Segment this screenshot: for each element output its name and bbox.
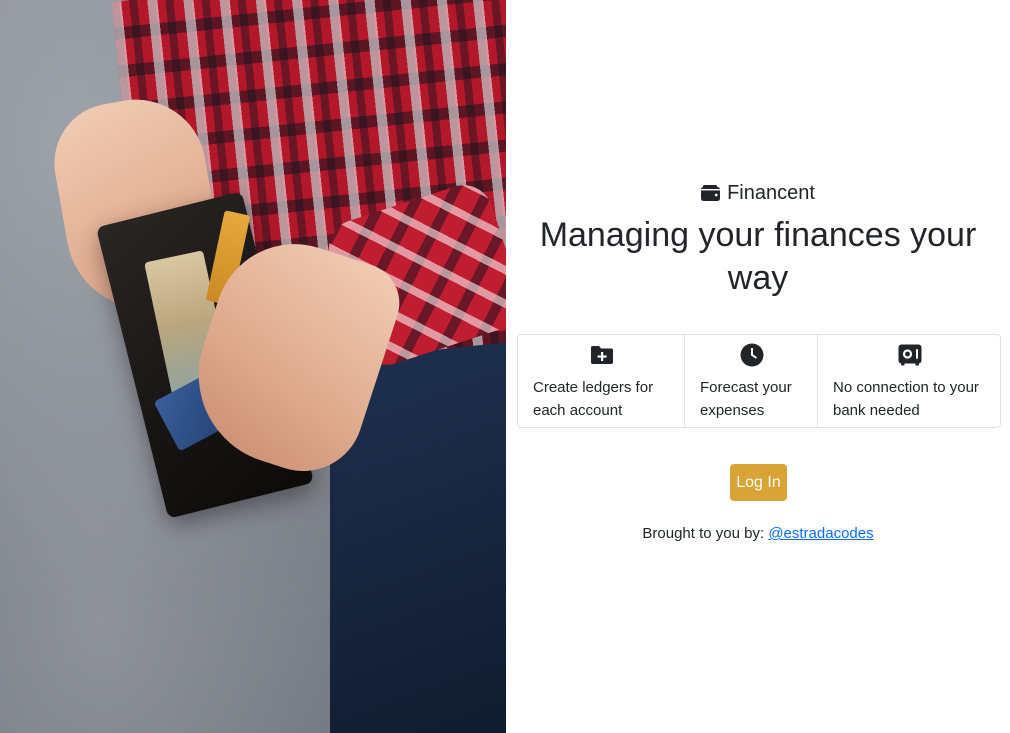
brand: Financent — [506, 181, 1010, 205]
feature-list: Create ledgers for each account Forecast… — [517, 334, 1001, 428]
brand-name: Financent — [727, 182, 815, 204]
login-page: Financent Managing your finances your wa… — [0, 0, 1010, 733]
page-headline: Managing your finances your way — [539, 216, 977, 297]
feature-item-no-bank: No connection to your bank needed — [818, 335, 1000, 427]
feature-text: Forecast your expenses — [700, 379, 792, 419]
wallet-icon — [701, 185, 721, 201]
feature-item-forecast: Forecast your expenses — [685, 335, 818, 427]
login-content: Financent Managing your finances your wa… — [506, 0, 1010, 733]
folder-plus-icon — [590, 346, 613, 364]
credit-line: Brought to you by: @estradacodes — [506, 524, 1010, 544]
author-link[interactable]: @estradacodes — [768, 525, 873, 542]
safe-icon — [898, 344, 921, 366]
clock-icon — [740, 343, 763, 367]
feature-text: Create ledgers for each account — [533, 379, 654, 419]
feature-text: No connection to your bank needed — [833, 379, 979, 419]
feature-item-ledgers: Create ledgers for each account — [518, 335, 685, 427]
login-button[interactable]: Log In — [730, 464, 787, 501]
credit-prefix: Brought to you by: — [642, 525, 765, 542]
hero-photo — [0, 0, 506, 733]
